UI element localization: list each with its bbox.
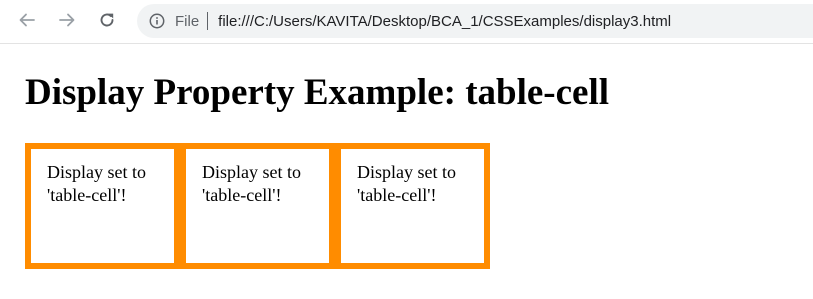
table-cell: Display set to 'table-cell'! — [30, 148, 175, 264]
page-title: Display Property Example: table-cell — [25, 72, 610, 113]
browser-toolbar: File file:///C:/Users/KAVITA/Desktop/BCA… — [0, 0, 813, 44]
forward-arrow-icon — [59, 13, 75, 27]
forward-button[interactable] — [53, 6, 81, 34]
address-bar[interactable]: File file:///C:/Users/KAVITA/Desktop/BCA… — [137, 4, 813, 38]
reload-icon — [100, 13, 114, 27]
back-button[interactable] — [13, 6, 41, 34]
omnibox-separator — [207, 12, 209, 30]
info-icon[interactable] — [149, 13, 165, 29]
url-text[interactable]: file:///C:/Users/KAVITA/Desktop/BCA_1/CS… — [218, 13, 671, 30]
scheme-label: File — [175, 12, 200, 30]
back-arrow-icon — [19, 13, 35, 27]
table-cell: Display set to 'table-cell'! — [340, 148, 485, 264]
table-cell-container: Display set to 'table-cell'! Display set… — [25, 143, 490, 269]
table-cell: Display set to 'table-cell'! — [185, 148, 330, 264]
reload-button[interactable] — [93, 6, 121, 34]
